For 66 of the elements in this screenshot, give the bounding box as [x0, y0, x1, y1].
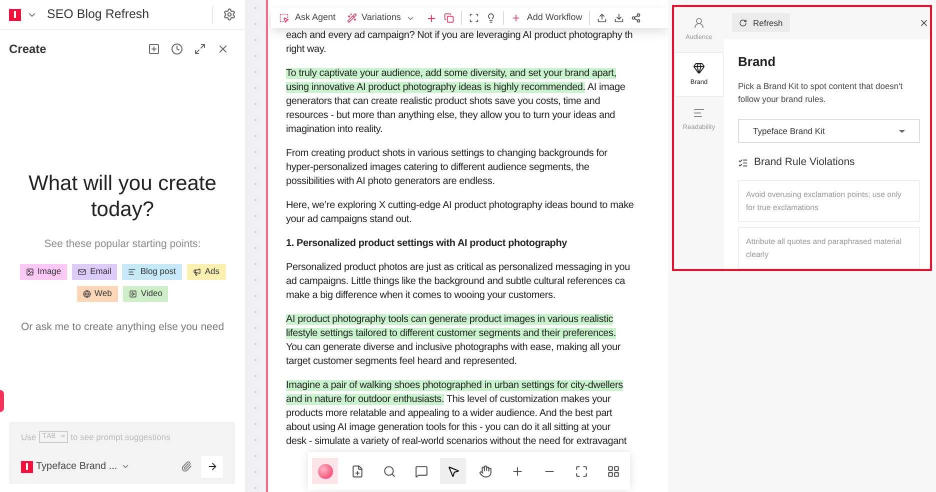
play-icon — [128, 290, 137, 298]
logo-icon — [9, 8, 21, 20]
pointer-icon[interactable] — [440, 458, 466, 484]
prompt-hint: Or ask me to create anything else you need — [20, 320, 224, 335]
body-paragraph: AI product photography tools can generate product images in various realistic lifestyle settings tailored to different customer segments and their preferences. You can generate diverse and inclusive photographs with ease, making all your target customer segments feel heard and represented. — [286, 313, 622, 369]
megaphone-icon — [192, 268, 201, 276]
bulb-icon[interactable] — [486, 13, 496, 23]
lines-icon — [128, 268, 136, 276]
body-paragraph: Imagine a pair of walking shoes photographed in urban settings for city-dwellers and in nature for outdoor enthusiasts. This level of customization makes your products more relatable and appealing to a wider audience. And the best part about using AI image generation tools for this - you can do it all sitting at your desk - simulate a variety of real-world scenarios without the need for extravagant — [286, 379, 628, 449]
starting-points-label: See these popular starting points: — [44, 237, 201, 252]
person-icon — [693, 16, 705, 29]
close-icon[interactable] — [919, 18, 929, 28]
body-paragraph: Personalized product photos are just as critical as personalized messaging in you ad campaigns. Little things like the background and subtle cultural references ca make a big difference when it comes to wooing your customers. — [286, 261, 631, 303]
globe-icon — [82, 290, 91, 298]
history-icon[interactable] — [171, 43, 183, 55]
welcome-heading: What will you create today? — [28, 171, 218, 223]
plus-icon — [510, 13, 521, 23]
section-heading: 1. Personalized product settings with AI product photography — [286, 237, 568, 251]
copy-icon[interactable] — [444, 13, 454, 23]
plus-icon[interactable] — [426, 12, 437, 24]
arrow-icon — [206, 461, 218, 472]
body-paragraph: each and every ad campaign? Not if you are leveraging AI product photography th right way. — [286, 29, 634, 57]
close-icon[interactable] — [217, 43, 229, 55]
starting-point-chip[interactable]: Web — [76, 286, 118, 302]
assistant-orb-icon[interactable] — [312, 458, 338, 484]
mail-icon — [78, 268, 86, 276]
agent-icon — [279, 13, 289, 23]
refresh-icon — [739, 18, 747, 27]
starting-point-chip[interactable]: Image — [20, 264, 68, 280]
hint-text: to see prompt suggestions — [70, 431, 170, 444]
section-title: Create — [9, 41, 46, 58]
wand-icon — [346, 13, 357, 23]
focus-icon[interactable] — [468, 13, 479, 23]
panel-title: Brand — [738, 52, 777, 71]
hint-text: Use — [21, 431, 36, 444]
new-chat-icon[interactable] — [148, 43, 160, 55]
brand-kit-selector[interactable]: Typeface Brand ... — [36, 459, 118, 474]
gem-icon — [693, 62, 705, 74]
send-button[interactable] — [201, 456, 223, 478]
image-icon — [26, 268, 34, 276]
side-tab[interactable] — [0, 390, 4, 412]
body-paragraph: From creating product shots in various settings to changing backgrounds for hyper-personalized images catering to different audience segments, the possibilities with AI photo generators are endless. — [286, 147, 608, 189]
starting-point-chip[interactable]: Blog post — [122, 264, 182, 280]
starting-point-chip[interactable]: Video — [122, 286, 168, 302]
violations-title: Brand Rule Violations — [754, 155, 855, 170]
project-title: SEO Blog Refresh — [47, 6, 150, 24]
brand-kit-dropdown[interactable]: Typeface Brand Kit — [738, 119, 920, 144]
expand-icon[interactable] — [194, 43, 206, 55]
starting-point-chip[interactable]: Ads — [186, 264, 226, 280]
add-workflow-button[interactable]: Add Workflow — [510, 11, 582, 25]
lines-icon — [693, 106, 705, 119]
share-icon[interactable] — [631, 13, 642, 23]
panel-description: Pick a Brand Kit to spot content that doesn't follow your brand rules. — [738, 80, 904, 106]
settings-icon[interactable] — [223, 8, 236, 21]
dropdown-caret-icon — [899, 130, 905, 133]
body-paragraph: Here, we’re exploring X cutting-edge AI product photography ideas bound to make your ad campaigns stand out. — [286, 199, 635, 227]
checklist-icon — [738, 158, 748, 168]
download-icon[interactable] — [614, 13, 624, 23]
body-paragraph: To truly captivate your audience, add some diversity, and set your brand apart, using innovative AI product photography ideas is highly recommended. AI image generators that can create realistic product shots save you costs, time and resources - but more than anything else, they allow you to turn your ideas and imagination into reality. — [286, 67, 626, 137]
starting-point-chip[interactable]: Email — [72, 264, 118, 280]
logo-icon — [21, 460, 33, 473]
upload-icon[interactable] — [597, 13, 608, 23]
attach-icon[interactable] — [181, 461, 192, 472]
ask-agent-button[interactable]: Ask Agent — [279, 11, 336, 25]
variations-button[interactable]: Variations — [346, 11, 415, 25]
refresh-button[interactable]: Refresh — [732, 13, 790, 32]
